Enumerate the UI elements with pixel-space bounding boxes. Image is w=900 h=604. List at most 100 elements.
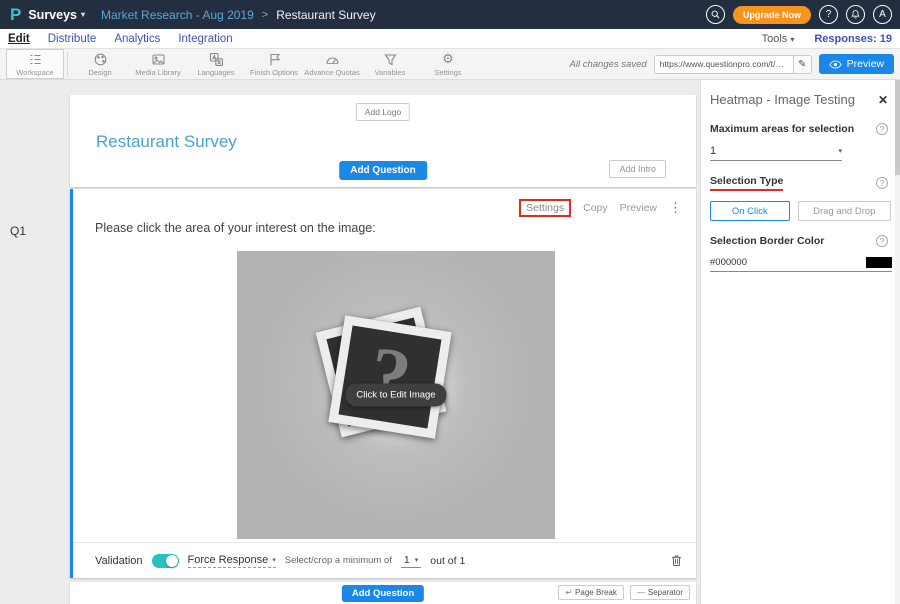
tools-menu[interactable]: Tools ▾ — [762, 33, 795, 45]
close-icon[interactable]: ✕ — [878, 93, 888, 107]
top-bar: P Surveys ▾ Market Research - Aug 2019 >… — [0, 0, 900, 29]
border-color-label: Selection Border Color — [710, 235, 824, 247]
delete-question-button[interactable] — [671, 554, 682, 567]
upgrade-button[interactable]: Upgrade Now — [733, 6, 811, 24]
autosave-status: All changes saved — [570, 59, 647, 70]
add-question-button[interactable]: Add Question — [339, 161, 427, 180]
toolbar-item-languages[interactable]: Languages — [187, 49, 245, 79]
question-settings-button[interactable]: Settings — [519, 199, 571, 217]
selection-type-label: Selection Type — [710, 175, 783, 191]
max-areas-value: 1 — [710, 145, 716, 157]
click-to-edit-image-button[interactable]: Click to Edit Image — [345, 384, 446, 407]
minimum-select-label: Select/crop a minimum of — [285, 555, 392, 566]
breadcrumb-survey-name: Restaurant Survey — [276, 8, 375, 22]
question-card: Settings Copy Preview ⋮ Please click the… — [70, 189, 696, 578]
validation-label: Validation — [95, 555, 143, 567]
add-intro-button[interactable]: Add Intro — [609, 160, 666, 178]
help-icon[interactable]: ? — [876, 235, 888, 247]
more-options-icon[interactable]: ⋮ — [669, 200, 682, 216]
breadcrumb-folder[interactable]: Market Research - Aug 2019 — [101, 8, 254, 22]
add-logo-button[interactable]: Add Logo — [356, 103, 410, 121]
separator-button[interactable]: — Separator — [630, 585, 690, 600]
toolbar-item-label: Advance Quotas — [304, 68, 359, 77]
toolbar-item-workspace[interactable]: Workspace — [6, 49, 64, 79]
preview-button[interactable]: Preview — [819, 54, 894, 74]
heatmap-image-placeholder[interactable]: ? Click to Edit Image — [237, 251, 555, 539]
edit-url-button[interactable]: ✎ — [793, 56, 811, 73]
separator-icon: — — [637, 588, 645, 597]
search-button[interactable] — [706, 5, 725, 24]
search-icon — [710, 9, 721, 20]
question-preview-button[interactable]: Preview — [620, 202, 657, 214]
survey-url-box: https://www.questionpro.com/t/APNrFZ ✎ — [654, 55, 812, 74]
palette-icon — [93, 52, 108, 67]
survey-url[interactable]: https://www.questionpro.com/t/APNrFZ — [655, 59, 793, 69]
toolbar-item-design[interactable]: Design — [71, 49, 129, 79]
toolbar-item-label: Variables — [375, 68, 406, 77]
tab-integration[interactable]: Integration — [178, 33, 232, 45]
toolbar-item-advance-quotas[interactable]: Advance Quotas — [303, 49, 361, 79]
nav-right: Tools ▾ Responses: 19 — [762, 33, 892, 45]
page-break-button[interactable]: ↵ Page Break — [558, 585, 624, 600]
eye-icon — [829, 60, 842, 69]
tools-label: Tools — [762, 33, 788, 45]
workspace-icon — [28, 52, 43, 67]
caret-down-icon: ▾ — [81, 10, 85, 19]
toolbar-item-label: Finish Options — [250, 68, 298, 77]
page-break-icon: ↵ — [565, 588, 572, 597]
survey-title[interactable]: Restaurant Survey — [96, 132, 237, 152]
panel-scrollbar[interactable] — [895, 80, 900, 604]
avatar[interactable]: A — [873, 5, 892, 24]
pencil-icon: ✎ — [798, 59, 806, 70]
flag-icon — [267, 52, 282, 67]
question-mark-glyph: ? — [363, 329, 417, 425]
survey-header-card: Add Logo Restaurant Survey Add Question … — [70, 95, 696, 187]
toolbar-item-settings[interactable]: ⚙ Settings — [419, 49, 477, 79]
main-nav: Edit Distribute Analytics Integration To… — [0, 29, 900, 48]
help-button[interactable]: ? — [819, 5, 838, 24]
help-icon[interactable]: ? — [876, 123, 888, 135]
strip-right: ↵ Page Break — Separator — [558, 585, 690, 600]
on-click-button[interactable]: On Click — [710, 201, 790, 221]
add-question-bottom-button[interactable]: Add Question — [342, 585, 424, 602]
add-question-strip: Add Question ↵ Page Break — Separator — [70, 582, 696, 604]
edit-toolbar: Workspace Design Media Library Languages… — [0, 48, 900, 80]
validation-toggle[interactable] — [152, 554, 179, 568]
scrollbar-thumb[interactable] — [895, 80, 900, 175]
force-response-label: Force Response — [188, 554, 269, 566]
help-icon: ? — [826, 9, 832, 20]
question-footer: Validation Force Response ▾ Select/crop … — [73, 542, 696, 578]
caret-down-icon: ▾ — [790, 35, 794, 44]
tab-distribute[interactable]: Distribute — [48, 33, 97, 45]
surveys-menu[interactable]: Surveys ▾ — [28, 8, 85, 22]
drag-and-drop-button[interactable]: Drag and Drop — [798, 201, 891, 221]
responses-count[interactable]: Responses: 19 — [814, 33, 892, 45]
question-text[interactable]: Please click the area of your interest o… — [95, 221, 376, 235]
question-copy-button[interactable]: Copy — [583, 202, 608, 214]
separator-label: Separator — [648, 588, 683, 597]
help-icon[interactable]: ? — [876, 177, 888, 189]
panel-header: Heatmap - Image Testing ✕ — [701, 80, 900, 117]
toolbar-item-finish-options[interactable]: Finish Options — [245, 49, 303, 79]
toolbar-item-label: Media Library — [135, 68, 180, 77]
toolbar-item-label: Workspace — [16, 68, 53, 77]
question-actions: Settings Copy Preview ⋮ — [519, 199, 682, 217]
panel-title: Heatmap - Image Testing — [710, 92, 855, 107]
questionpro-logo[interactable]: P — [10, 5, 21, 25]
border-color-swatch[interactable] — [866, 257, 892, 268]
toolbar-divider — [67, 52, 68, 76]
border-color-input-row: #000000 — [710, 257, 892, 272]
max-areas-select[interactable]: 1 ▾ — [710, 145, 842, 161]
toolbar-item-label: Settings — [434, 68, 461, 77]
question-number: Q1 — [10, 224, 26, 238]
toolbar-item-media-library[interactable]: Media Library — [129, 49, 187, 79]
border-color-value[interactable]: #000000 — [710, 257, 747, 268]
max-areas-label: Maximum areas for selection — [710, 123, 854, 135]
force-response-dropdown[interactable]: Force Response ▾ — [188, 554, 276, 568]
tab-analytics[interactable]: Analytics — [114, 33, 160, 45]
minimum-select-dropdown[interactable]: 1 ▾ — [401, 554, 421, 568]
selection-type-buttons: On Click Drag and Drop — [710, 201, 891, 221]
toolbar-item-variables[interactable]: Variables — [361, 49, 419, 79]
tab-edit[interactable]: Edit — [8, 33, 30, 45]
notifications-button[interactable] — [846, 5, 865, 24]
